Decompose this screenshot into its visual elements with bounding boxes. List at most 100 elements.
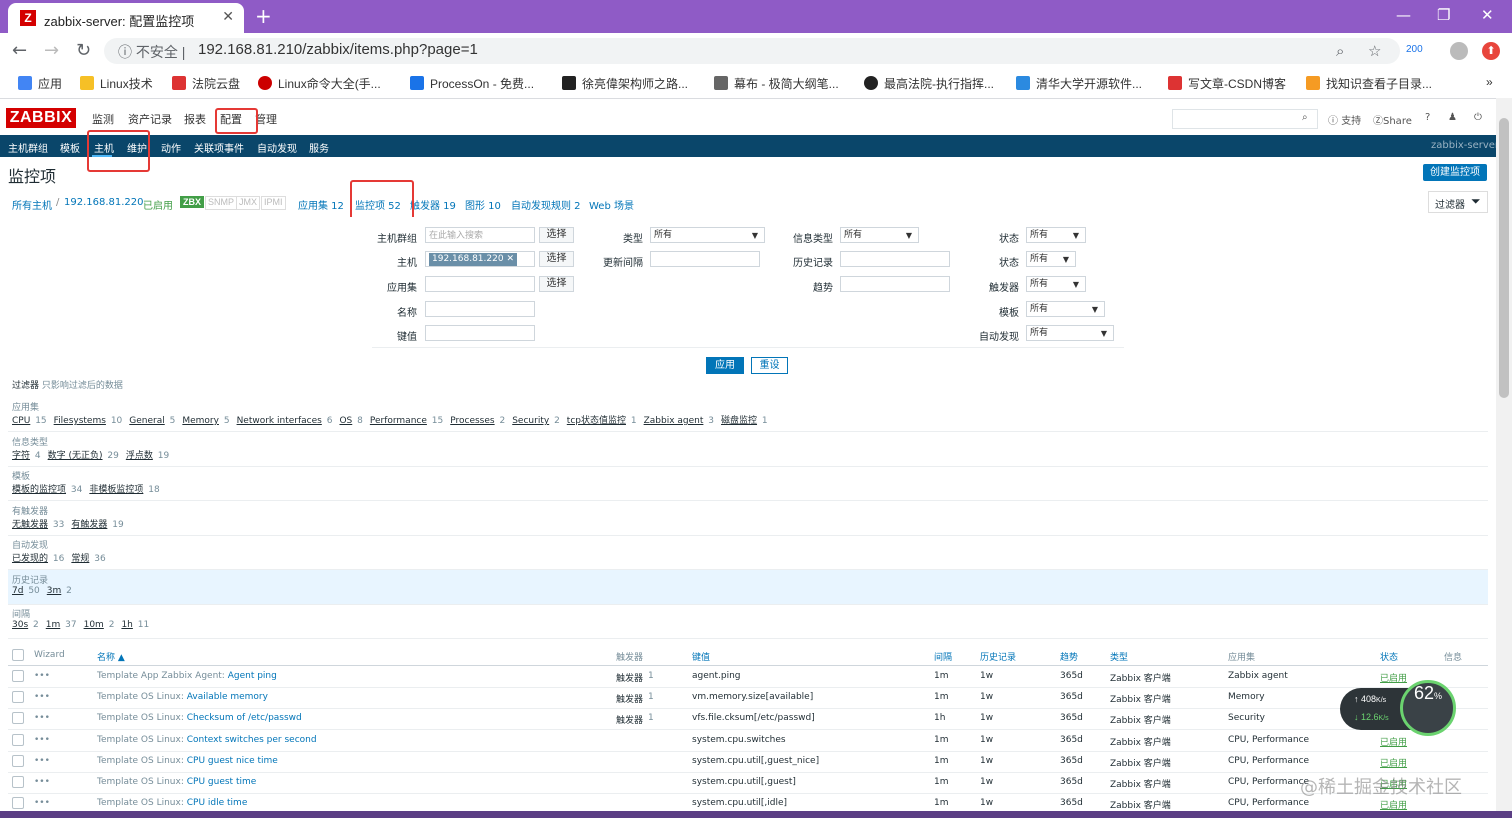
back-icon[interactable]: ← xyxy=(12,40,27,61)
name-input[interactable] xyxy=(425,301,535,317)
template-prefix[interactable]: Template OS Linux: CPU guest nice time xyxy=(97,756,278,766)
subfilter-value-link[interactable]: 7d xyxy=(12,586,23,596)
table-row[interactable]: ••• Template OS Linux: CPU guest time syst… xyxy=(8,772,1488,794)
bookmark-item[interactable]: 应用 xyxy=(18,75,62,92)
global-search-input[interactable] xyxy=(1172,109,1318,129)
item-status[interactable]: 已启用 xyxy=(1380,756,1407,769)
subfilter-value-link[interactable]: 字符 xyxy=(12,451,30,461)
host-input[interactable]: 192.168.81.220 ✕ xyxy=(425,251,535,267)
template-prefix[interactable]: Template OS Linux: Checksum of /etc/pass… xyxy=(97,713,302,723)
extension-badge[interactable]: 200 xyxy=(1406,44,1423,55)
subfilter-value-link[interactable]: 非模板监控项 xyxy=(89,485,143,495)
search-icon[interactable]: ⌕ xyxy=(1302,112,1308,123)
subfilter-value-link[interactable]: 1m xyxy=(46,620,61,630)
subfilter-value-link[interactable]: 已发现的 xyxy=(12,554,48,564)
tab-discovery-rules[interactable]: 自动发现规则 2 xyxy=(511,197,581,212)
template-name-link[interactable]: Template OS Linux: xyxy=(97,735,184,745)
template-name-link[interactable]: Template App Zabbix Agent: xyxy=(97,671,225,681)
history-input[interactable] xyxy=(840,251,950,267)
subfilter-value-link[interactable]: 1h xyxy=(121,620,132,630)
close-window-icon[interactable]: ✕ xyxy=(1481,6,1494,24)
type-select[interactable]: 所有 ▼ xyxy=(650,227,765,243)
hostgroup-input[interactable]: 在此输入搜索 xyxy=(425,227,535,243)
subfilter-value-link[interactable]: 磁盘监控 xyxy=(721,416,757,426)
template-name-link[interactable]: Template OS Linux: xyxy=(97,798,184,808)
host-tag[interactable]: 192.168.81.220 ✕ xyxy=(429,253,517,266)
row-checkbox[interactable] xyxy=(12,712,24,725)
item-name-link[interactable]: CPU idle time xyxy=(187,798,248,808)
template-prefix[interactable]: Template OS Linux: CPU idle time xyxy=(97,798,247,808)
row-actions-icon[interactable]: ••• xyxy=(34,756,50,766)
reload-icon[interactable]: ↻ xyxy=(76,40,91,61)
bookmark-item[interactable]: 法院云盘 xyxy=(172,75,240,92)
item-status[interactable]: 已启用 xyxy=(1380,671,1407,684)
application-input[interactable] xyxy=(425,276,535,292)
item-name-link[interactable]: Checksum of /etc/passwd xyxy=(187,713,302,723)
row-checkbox[interactable] xyxy=(12,670,24,682)
minimize-icon[interactable]: — xyxy=(1396,6,1411,24)
item-name-link[interactable]: CPU guest nice time xyxy=(187,756,278,766)
trigger-link[interactable]: 触发器 xyxy=(616,692,643,705)
col-trends[interactable]: 趋势 xyxy=(1060,650,1078,663)
template-prefix[interactable]: Template OS Linux: Available memory xyxy=(97,692,268,702)
subfilter-value-link[interactable]: CPU xyxy=(12,416,30,426)
info-type-select[interactable]: 所有 ▼ xyxy=(840,227,919,243)
share-link[interactable]: ⓏShare xyxy=(1373,112,1412,127)
tab-triggers[interactable]: 触发器 19 xyxy=(410,197,456,212)
trigger-link[interactable]: 触发器 xyxy=(616,713,643,726)
filter-toggle-tab[interactable]: 过滤器 ⏷ xyxy=(1428,191,1488,213)
table-row[interactable]: ••• Template OS Linux: Checksum of /etc/p… xyxy=(8,708,1488,731)
subfilter-value-link[interactable]: Performance xyxy=(370,416,427,426)
subfilter-value-link[interactable]: 无触发器 xyxy=(12,520,48,530)
breadcrumb-all-hosts[interactable]: 所有主机 xyxy=(12,197,52,212)
row-checkbox[interactable] xyxy=(12,776,24,788)
maximize-icon[interactable]: ❐ xyxy=(1437,6,1450,24)
menu-inventory[interactable]: 资产记录 xyxy=(128,111,172,127)
subfilter-value-link[interactable]: 模板的监控项 xyxy=(12,485,66,495)
template-prefix[interactable]: Template OS Linux: Context switches per … xyxy=(97,735,317,745)
support-link[interactable]: ⓘ 支持 xyxy=(1328,112,1361,127)
host-status-enabled[interactable]: 已启用 xyxy=(143,197,173,212)
row-checkbox[interactable] xyxy=(12,691,24,704)
subfilter-value-link[interactable]: Zabbix agent xyxy=(644,416,704,426)
template-prefix[interactable]: Template OS Linux: CPU guest time xyxy=(97,777,256,787)
reset-filter-button[interactable]: 重设 xyxy=(751,357,788,374)
bookmark-star-icon[interactable]: ☆ xyxy=(1368,42,1381,60)
logout-icon[interactable]: ⏻ xyxy=(1474,112,1482,123)
bookmark-item[interactable]: 找知识查看子目录... xyxy=(1306,75,1432,92)
row-checkbox[interactable] xyxy=(12,733,24,746)
template-name-link[interactable]: Template OS Linux: xyxy=(97,713,184,723)
row-checkbox[interactable] xyxy=(12,754,24,767)
col-key[interactable]: 键值 xyxy=(692,650,710,663)
item-name-link[interactable]: CPU guest time xyxy=(187,777,257,787)
subfilter-value-link[interactable]: 数字 (无正负) xyxy=(48,451,103,461)
bookmark-item[interactable]: 最高法院-执行指挥... xyxy=(864,75,994,92)
table-row[interactable]: ••• Template OS Linux: Available memory 触发… xyxy=(8,687,1488,710)
submenu-services[interactable]: 服务 xyxy=(309,140,329,155)
col-type[interactable]: 类型 xyxy=(1110,650,1128,663)
zoom-icon[interactable]: ⌕ xyxy=(1336,42,1344,60)
item-status[interactable]: 已启用 xyxy=(1380,798,1407,811)
table-row[interactable]: ••• Template OS Linux: Context switches p… xyxy=(8,730,1488,752)
bookmark-item[interactable]: Linux技术 xyxy=(80,75,153,92)
application-select-button[interactable]: 选择 xyxy=(539,276,574,292)
close-tab-icon[interactable]: ✕ xyxy=(222,9,234,25)
bookmark-item[interactable]: 清华大学开源软件... xyxy=(1016,75,1142,92)
item-status[interactable]: 已启用 xyxy=(1380,735,1407,748)
trigger-link[interactable]: 触发器 xyxy=(616,671,643,684)
menu-administration[interactable]: 管理 xyxy=(255,111,277,127)
host-select-button[interactable]: 选择 xyxy=(539,251,574,267)
row-actions-icon[interactable]: ••• xyxy=(34,735,50,745)
state-select[interactable]: 所有 ▼ xyxy=(1026,227,1086,243)
row-checkbox[interactable] xyxy=(12,797,24,810)
item-name-link[interactable]: Context switches per second xyxy=(187,735,317,745)
subfilter-value-link[interactable]: Processes xyxy=(450,416,494,426)
subfilter-value-link[interactable]: 10m xyxy=(84,620,104,630)
submenu-actions[interactable]: 动作 xyxy=(161,140,181,155)
trends-input[interactable] xyxy=(840,276,950,292)
bookmark-item[interactable]: 幕布 - 极简大纲笔... xyxy=(714,75,839,92)
subfilter-value-link[interactable]: Security xyxy=(512,416,549,426)
browser-tab[interactable]: Z zabbix-server: 配置监控项 ✕ xyxy=(8,3,244,33)
col-history[interactable]: 历史记录 xyxy=(980,650,1016,663)
tab-applications[interactable]: 应用集 12 xyxy=(298,197,344,212)
